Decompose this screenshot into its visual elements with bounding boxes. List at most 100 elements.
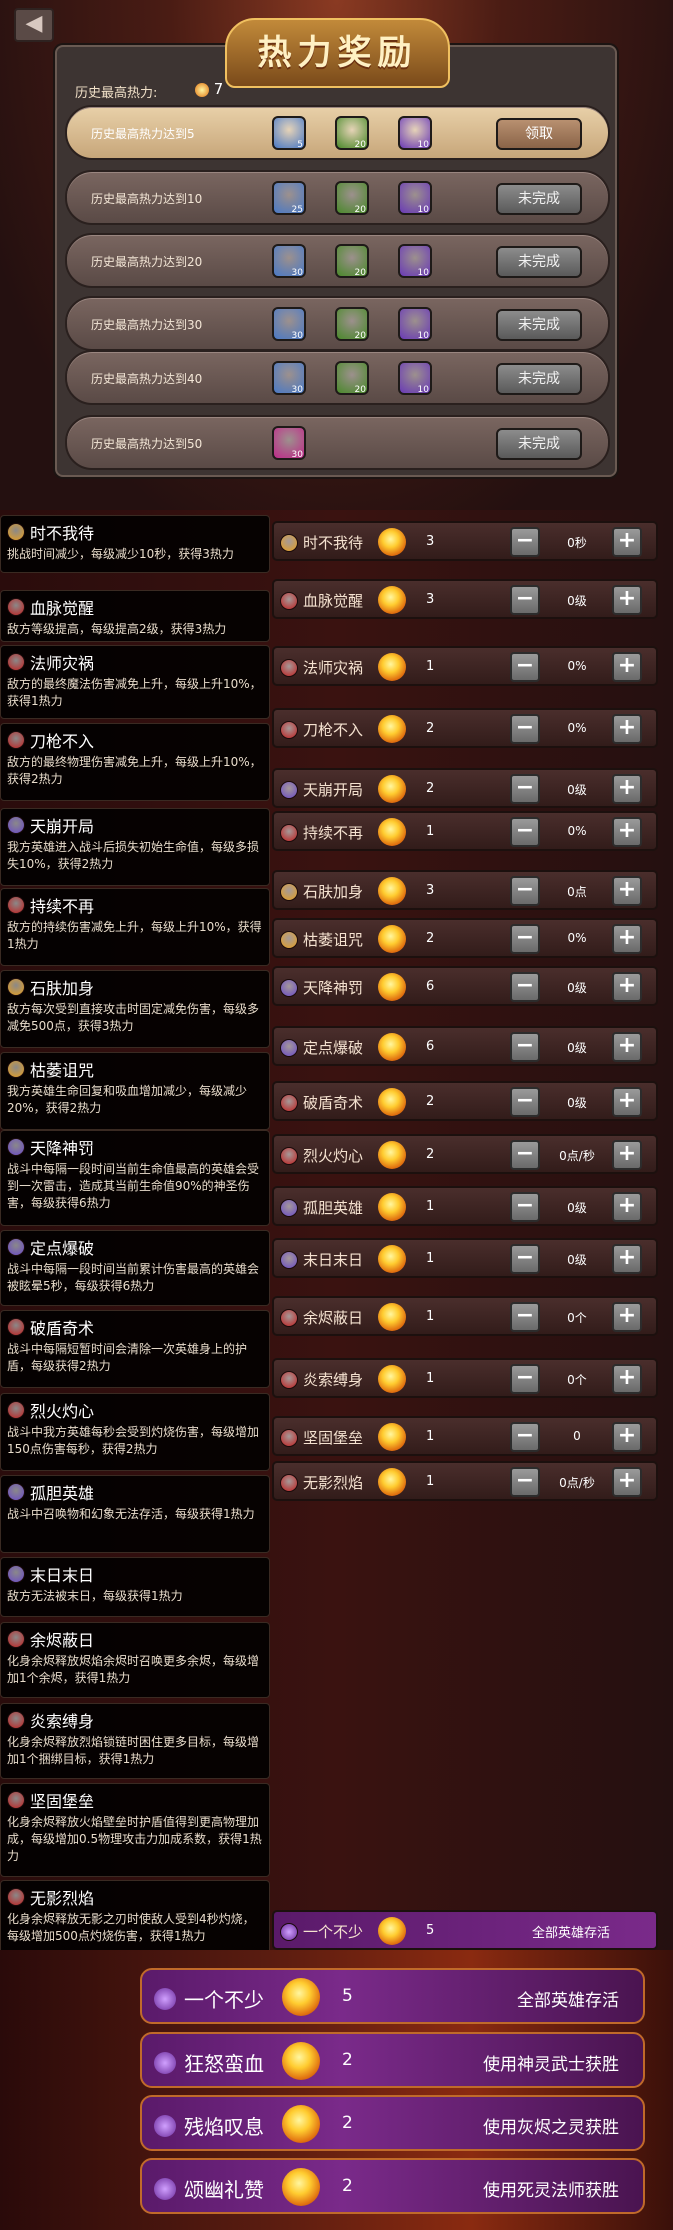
talent-row-title: 时不我待 bbox=[280, 532, 363, 553]
decrease-button[interactable]: − bbox=[510, 1467, 540, 1497]
reward-item-icon[interactable]: 10 bbox=[398, 116, 432, 150]
decrease-button[interactable]: − bbox=[510, 1302, 540, 1332]
talent-title: 刀枪不入 bbox=[7, 728, 263, 752]
talent-control-row: 时不我待 3 − 0秒 + bbox=[272, 521, 658, 561]
reward-item-icon[interactable]: 10 bbox=[398, 307, 432, 341]
increase-button[interactable]: + bbox=[612, 1140, 642, 1170]
reward-item-icon[interactable]: 10 bbox=[398, 361, 432, 395]
reward-item-count: 10 bbox=[417, 205, 429, 215]
reward-item-icon[interactable]: 20 bbox=[335, 361, 369, 395]
increase-button[interactable]: + bbox=[612, 1467, 642, 1497]
decrease-button[interactable]: − bbox=[510, 924, 540, 954]
talent-control-row: 天降神罚 6 − 0级 + bbox=[272, 966, 658, 1006]
decrease-button[interactable]: − bbox=[510, 527, 540, 557]
incomplete-button[interactable]: 未完成 bbox=[496, 363, 582, 395]
decrease-button[interactable]: − bbox=[510, 1364, 540, 1394]
increase-button[interactable]: + bbox=[612, 1032, 642, 1062]
decrease-button[interactable]: − bbox=[510, 1192, 540, 1222]
increase-button[interactable]: + bbox=[612, 1244, 642, 1274]
decrease-button[interactable]: − bbox=[510, 1032, 540, 1062]
increase-button[interactable]: + bbox=[612, 527, 642, 557]
increase-button[interactable]: + bbox=[612, 817, 642, 847]
talent-icon bbox=[7, 1483, 25, 1501]
reward-item-icon[interactable]: 20 bbox=[335, 116, 369, 150]
increase-button[interactable]: + bbox=[612, 1192, 642, 1222]
talent-name: 破盾奇术 bbox=[30, 1319, 95, 1338]
reward-item-icon[interactable]: 25 bbox=[272, 181, 306, 215]
decrease-button[interactable]: − bbox=[510, 972, 540, 1002]
talent-desc: 化身余烬释放烈焰锁链时困住更多目标，每级增加1个捆绑目标，获得1热力 bbox=[7, 1735, 260, 1766]
talent-level: 0级 bbox=[567, 783, 587, 797]
incomplete-button[interactable]: 未完成 bbox=[496, 183, 582, 215]
reward-item-icon[interactable]: 30 bbox=[272, 426, 306, 460]
achievement-cost: 5 bbox=[426, 1923, 435, 1938]
talent-cost: 3 bbox=[426, 534, 435, 549]
increase-button[interactable]: + bbox=[612, 972, 642, 1002]
decrease-button[interactable]: − bbox=[510, 652, 540, 682]
flame-icon bbox=[378, 1193, 406, 1221]
talent-control-row: 孤胆英雄 1 − 0级 + bbox=[272, 1186, 658, 1226]
back-button[interactable]: ◀ bbox=[14, 8, 54, 42]
decrease-button[interactable]: − bbox=[510, 585, 540, 615]
increase-button[interactable]: + bbox=[612, 585, 642, 615]
incomplete-button[interactable]: 未完成 bbox=[496, 246, 582, 278]
talent-title: 定点爆破 bbox=[7, 1235, 263, 1259]
talent-row-name: 时不我待 bbox=[303, 534, 364, 552]
page-title: 热力奖励 bbox=[257, 33, 418, 73]
reward-item-icon[interactable]: 5 bbox=[272, 116, 306, 150]
achievement-cost: 2 bbox=[342, 2113, 353, 2133]
talent-icon bbox=[280, 1428, 298, 1447]
decrease-button[interactable]: − bbox=[510, 774, 540, 804]
increase-button[interactable]: + bbox=[612, 876, 642, 906]
reward-item-count: 30 bbox=[291, 385, 303, 395]
reward-label: 历史最高热力达到20 bbox=[91, 255, 203, 269]
talent-row-name: 枯萎诅咒 bbox=[303, 931, 364, 949]
reward-row: 历史最高热力达到5 5 20 10 领取 bbox=[65, 105, 610, 160]
talent-cost: 1 bbox=[426, 1309, 435, 1324]
decrease-button[interactable]: − bbox=[510, 1422, 540, 1452]
reward-item-icon[interactable]: 20 bbox=[335, 244, 369, 278]
increase-button[interactable]: + bbox=[612, 1087, 642, 1117]
claim-button[interactable]: 领取 bbox=[496, 118, 582, 150]
talent-level: 0点/秒 bbox=[559, 1149, 595, 1163]
incomplete-button[interactable]: 未完成 bbox=[496, 428, 582, 460]
reward-item-count: 20 bbox=[354, 140, 366, 150]
decrease-button[interactable]: − bbox=[510, 1140, 540, 1170]
reward-item-icon[interactable]: 10 bbox=[398, 181, 432, 215]
increase-button[interactable]: + bbox=[612, 714, 642, 744]
talent-row-title: 炎索缚身 bbox=[280, 1369, 363, 1390]
decrease-button[interactable]: − bbox=[510, 1087, 540, 1117]
talent-name: 刀枪不入 bbox=[30, 732, 95, 751]
talent-control-row: 无影烈焰 1 − 0点/秒 + bbox=[272, 1461, 658, 1501]
reward-label: 历史最高热力达到50 bbox=[91, 437, 203, 451]
increase-button[interactable]: + bbox=[612, 652, 642, 682]
reward-item-icon[interactable]: 20 bbox=[335, 181, 369, 215]
talent-control-row: 定点爆破 6 − 0级 + bbox=[272, 1026, 658, 1066]
talent-description-card: 坚固堡垒 化身余烬释放火焰壁垒时护盾值得到更高物理加成，每级增加0.5物理攻击力… bbox=[0, 1783, 270, 1877]
decrease-button[interactable]: − bbox=[510, 1244, 540, 1274]
decrease-button[interactable]: − bbox=[510, 876, 540, 906]
talent-title: 法师灾祸 bbox=[7, 650, 263, 674]
talent-desc: 化身余烬释放无影之刃时使敌人受到4秒灼烧，每级增加500点灼烧伤害，获得1热力 bbox=[7, 1912, 255, 1943]
talent-title: 孤胆英雄 bbox=[7, 1480, 263, 1504]
reward-item-icon[interactable]: 30 bbox=[272, 307, 306, 341]
increase-button[interactable]: + bbox=[612, 1422, 642, 1452]
talent-name: 天降神罚 bbox=[30, 1139, 95, 1158]
increase-button[interactable]: + bbox=[612, 1302, 642, 1332]
talent-desc: 战斗中每隔短暂时间会清除一次英雄身上的护盾，每级获得2热力 bbox=[7, 1342, 248, 1373]
decrease-button[interactable]: − bbox=[510, 714, 540, 744]
increase-button[interactable]: + bbox=[612, 924, 642, 954]
decrease-button[interactable]: − bbox=[510, 817, 540, 847]
reward-item-icon[interactable]: 20 bbox=[335, 307, 369, 341]
reward-item-icon[interactable]: 30 bbox=[272, 244, 306, 278]
talent-desc: 化身余烬释放烬焰余烬时召唤更多余烬，每级增加1个余烬，获得1热力 bbox=[7, 1654, 260, 1685]
achievement-icon bbox=[154, 1987, 176, 2010]
reward-item-icon[interactable]: 10 bbox=[398, 244, 432, 278]
reward-item-icon[interactable]: 30 bbox=[272, 361, 306, 395]
reward-item-count: 10 bbox=[417, 268, 429, 278]
incomplete-button[interactable]: 未完成 bbox=[496, 309, 582, 341]
increase-button[interactable]: + bbox=[612, 774, 642, 804]
talent-description-card: 石肤加身 敌方每次受到直接攻击时固定减免伤害，每级多减免500点，获得3热力 bbox=[0, 970, 270, 1048]
increase-button[interactable]: + bbox=[612, 1364, 642, 1394]
talent-desc: 敌方无法被末日，每级获得1热力 bbox=[7, 1589, 183, 1603]
